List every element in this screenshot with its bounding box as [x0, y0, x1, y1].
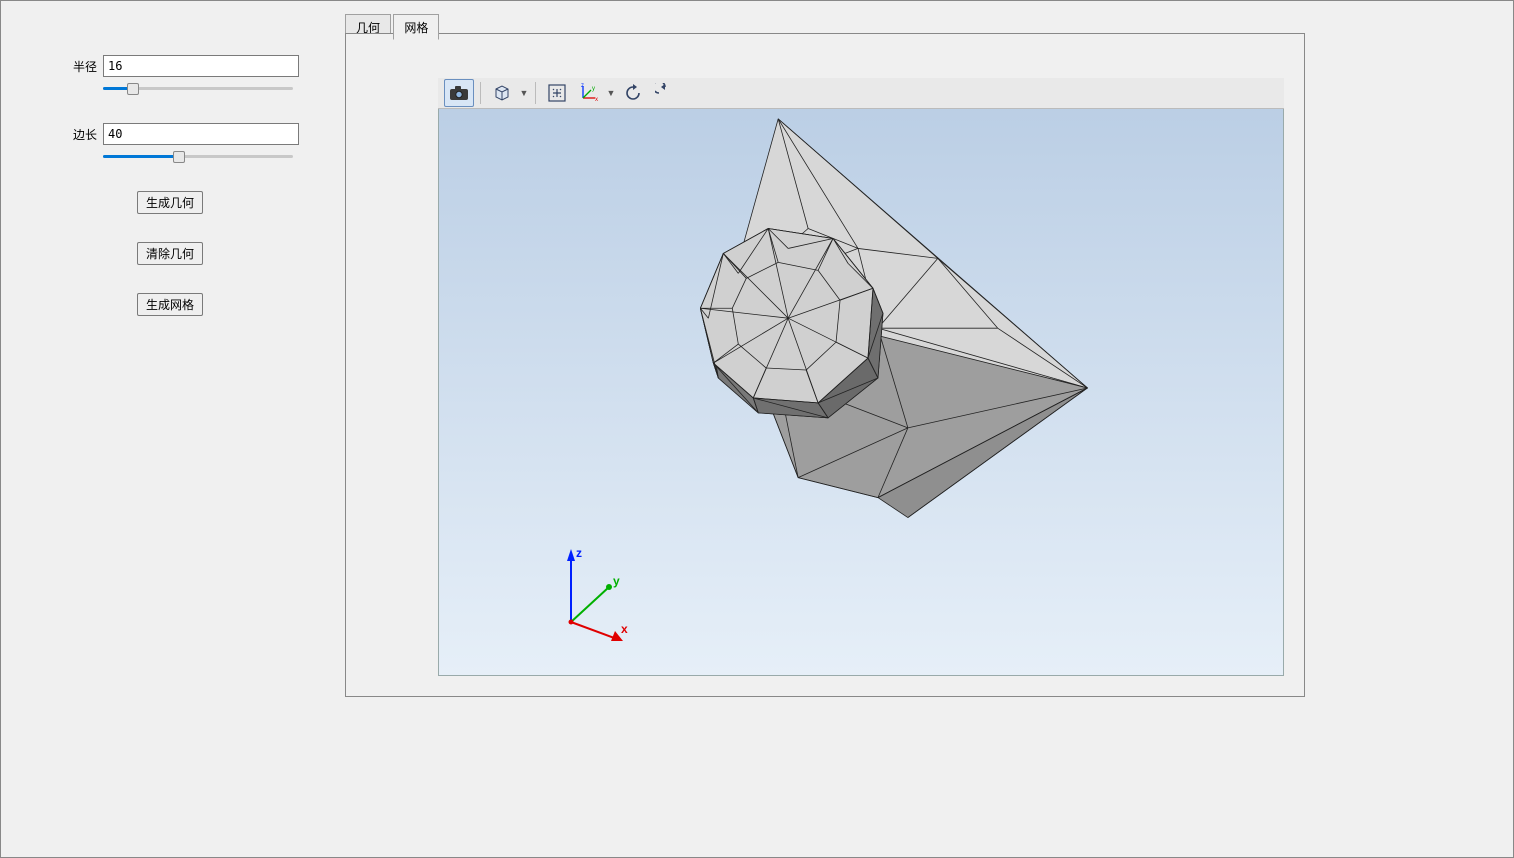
mesh-3d-view[interactable]: z y x: [438, 78, 1284, 676]
svg-text:y: y: [592, 86, 595, 92]
app-window: 半径 边长 生成几何 清除几何 生成网格 几何 网格: [0, 0, 1514, 858]
cube-icon[interactable]: [487, 79, 517, 107]
edge-input[interactable]: [103, 123, 299, 145]
axes-icon[interactable]: z yx: [574, 79, 604, 107]
tab-mesh[interactable]: 网格: [393, 14, 439, 40]
view-toolbar: ▼ z yx ▼: [438, 78, 1284, 109]
edge-label: 边长: [1, 126, 103, 143]
rotate-ccw-icon[interactable]: [650, 79, 680, 107]
rotate-cw-icon[interactable]: [618, 79, 648, 107]
fit-view-icon[interactable]: [542, 79, 572, 107]
svg-text:x: x: [595, 97, 598, 103]
camera-icon[interactable]: [444, 79, 474, 107]
axes-dropdown-icon[interactable]: ▼: [606, 80, 616, 106]
edge-slider[interactable]: [103, 149, 293, 163]
cube-dropdown-icon[interactable]: ▼: [519, 80, 529, 106]
radius-label: 半径: [1, 58, 103, 75]
clear-geometry-button[interactable]: 清除几何: [137, 242, 203, 265]
radius-slider[interactable]: [103, 81, 293, 95]
controls-panel: 半径 边长 生成几何 清除几何 生成网格: [1, 1, 341, 344]
generate-geometry-button[interactable]: 生成几何: [137, 191, 203, 214]
generate-mesh-button[interactable]: 生成网格: [137, 293, 203, 316]
radius-input[interactable]: [103, 55, 299, 77]
viewport-panel: ▼ z yx ▼: [345, 33, 1305, 697]
svg-text:z: z: [581, 83, 584, 89]
